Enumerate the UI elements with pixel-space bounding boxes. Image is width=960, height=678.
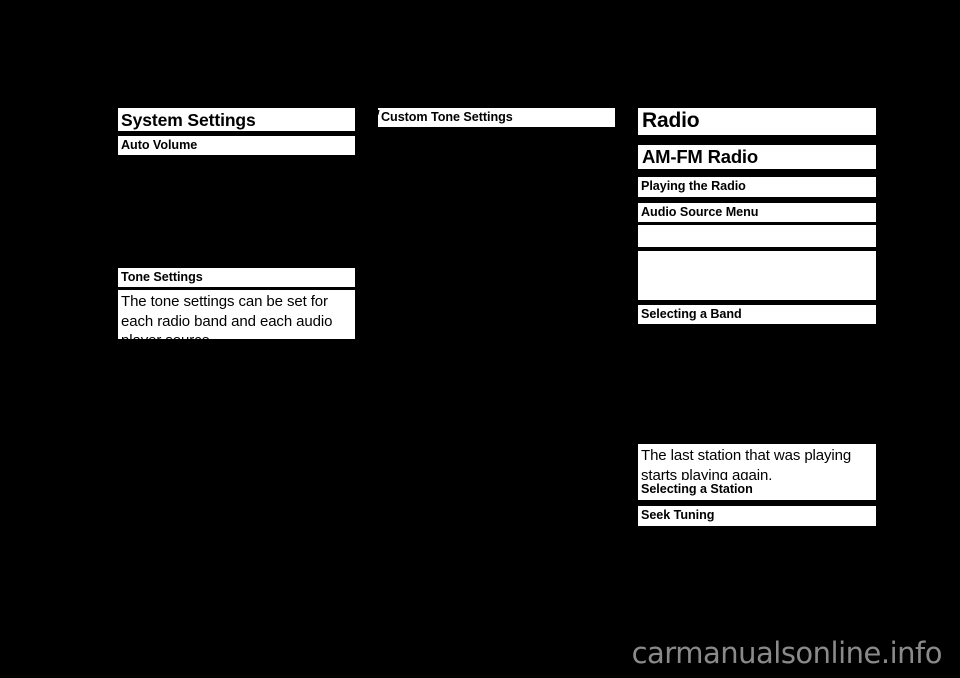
heading-am-fm-radio: AM-FM Radio bbox=[638, 145, 876, 169]
heading-audio-source-menu: Audio Source Menu bbox=[638, 203, 876, 222]
heading-playing-the-radio: Playing the Radio bbox=[638, 177, 876, 197]
heading-selecting-a-station: Selecting a Station bbox=[638, 480, 876, 500]
heading-system-settings: System Settings bbox=[118, 108, 355, 131]
heading-seek-tuning: Seek Tuning bbox=[638, 506, 876, 526]
heading-radio: Radio bbox=[638, 108, 876, 135]
heading-auto-volume: Auto Volume bbox=[118, 136, 355, 155]
heading-selecting-a-band: Selecting a Band bbox=[638, 305, 876, 324]
home-button-description: : Press to go to the Home Page. bbox=[638, 225, 876, 247]
site-watermark: carmanualsonline.info bbox=[631, 636, 943, 670]
paragraph-last-station: The last station that was playing starts… bbox=[638, 444, 876, 483]
paragraph-tone-settings: The tone settings can be set for each ra… bbox=[118, 290, 355, 339]
power-button-description: : Press to turn on, mute, or unmute the … bbox=[638, 251, 876, 300]
heading-custom-tone-settings: Custom Tone Settings bbox=[378, 108, 615, 127]
heading-tone-settings: Tone Settings bbox=[118, 268, 355, 287]
manual-page: System Settings Auto Volume Tone Setting… bbox=[0, 0, 960, 678]
